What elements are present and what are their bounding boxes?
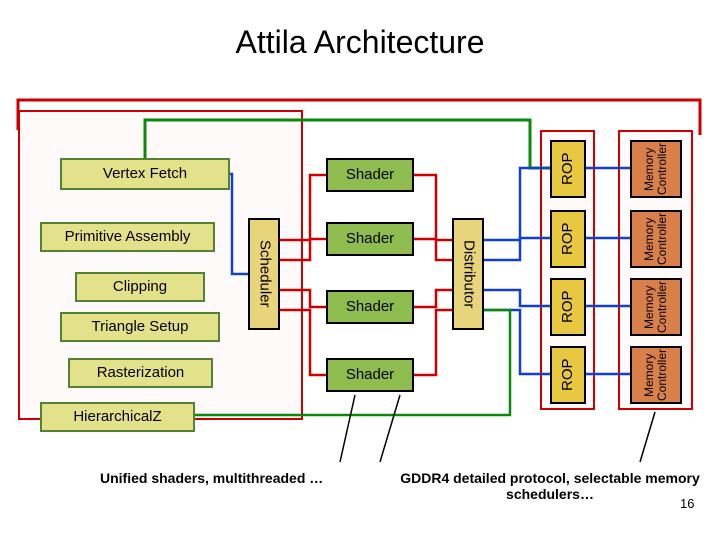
clipping-box: Clipping xyxy=(75,272,205,302)
primitive-assembly-box: Primitive Assembly xyxy=(40,222,215,252)
rop-0: ROP xyxy=(550,140,586,198)
shader-0: Shader xyxy=(326,158,414,192)
caption-right: GDDR4 detailed protocol, selectable memo… xyxy=(400,470,700,502)
memctrl-0: Memory Controller xyxy=(630,140,682,198)
rop-2: ROP xyxy=(550,278,586,336)
shader-1: Shader xyxy=(326,222,414,256)
caption-left: Unified shaders, multithreaded … xyxy=(100,470,380,486)
shader-2: Shader xyxy=(326,290,414,324)
rop-3: ROP xyxy=(550,346,586,404)
scheduler-box: Scheduler xyxy=(248,218,280,330)
memctrl-3: Memory Controller xyxy=(630,346,682,404)
rop-1: ROP xyxy=(550,210,586,268)
triangle-setup-box: Triangle Setup xyxy=(60,312,220,342)
page-number: 16 xyxy=(680,496,694,511)
vertex-fetch-box: Vertex Fetch xyxy=(60,158,230,190)
hierarchical-z-box: HierarchicalZ xyxy=(40,402,195,432)
shader-3: Shader xyxy=(326,358,414,392)
page-title: Attila Architecture xyxy=(0,24,720,61)
memctrl-1: Memory Controller xyxy=(630,210,682,268)
rasterization-box: Rasterization xyxy=(68,358,213,388)
distributor-box: Distributor xyxy=(452,218,484,330)
memctrl-2: Memory Controller xyxy=(630,278,682,336)
